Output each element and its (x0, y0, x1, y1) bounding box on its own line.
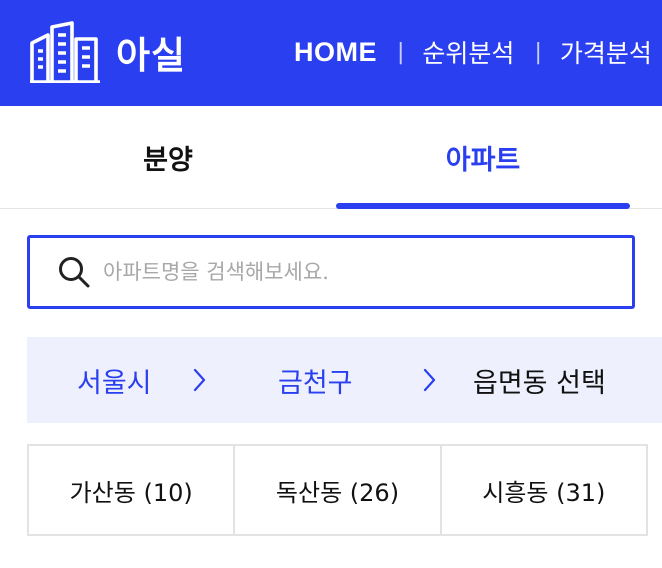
top-header: 아실 HOME | 순위분석 | 가격분석 (0, 0, 662, 106)
logo-text: 아실 (116, 34, 187, 77)
search-input[interactable] (103, 252, 623, 292)
nav-home-link[interactable]: HOME (294, 37, 377, 68)
breadcrumb-city[interactable]: 서울시 (77, 337, 152, 423)
category-tabs: 분양 아파트 (0, 106, 662, 209)
chevron-right-icon (423, 368, 436, 392)
nav-ranking-link[interactable]: 순위분석 (422, 34, 514, 70)
dong-item-gasan[interactable]: 가산동 (10) (29, 446, 233, 534)
dong-item-doksan[interactable]: 독산동 (26) (233, 446, 439, 534)
tab-apartment[interactable]: 아파트 (336, 106, 630, 208)
nav-price-link[interactable]: 가격분석 (560, 34, 652, 70)
nav-divider: | (534, 39, 542, 65)
dong-list: 가산동 (10) 독산동 (26) 시흥동 (31) (27, 444, 648, 536)
site-logo[interactable]: 아실 (30, 18, 205, 86)
active-tab-indicator (336, 203, 630, 209)
nav-divider: | (397, 39, 405, 65)
chevron-right-icon (193, 368, 206, 392)
search-box[interactable] (27, 235, 635, 309)
region-breadcrumb: 서울시 금천구 읍면동 선택 (27, 337, 662, 423)
buildings-logo-icon (30, 21, 100, 83)
search-icon (59, 257, 90, 288)
tab-bunyang[interactable]: 분양 (0, 106, 336, 208)
dong-item-siheung[interactable]: 시흥동 (31) (439, 446, 646, 534)
breadcrumb-dong-select[interactable]: 읍면동 선택 (473, 337, 606, 423)
breadcrumb-district[interactable]: 금천구 (278, 337, 353, 423)
top-nav: HOME | 순위분석 | 가격분석 (294, 30, 652, 74)
